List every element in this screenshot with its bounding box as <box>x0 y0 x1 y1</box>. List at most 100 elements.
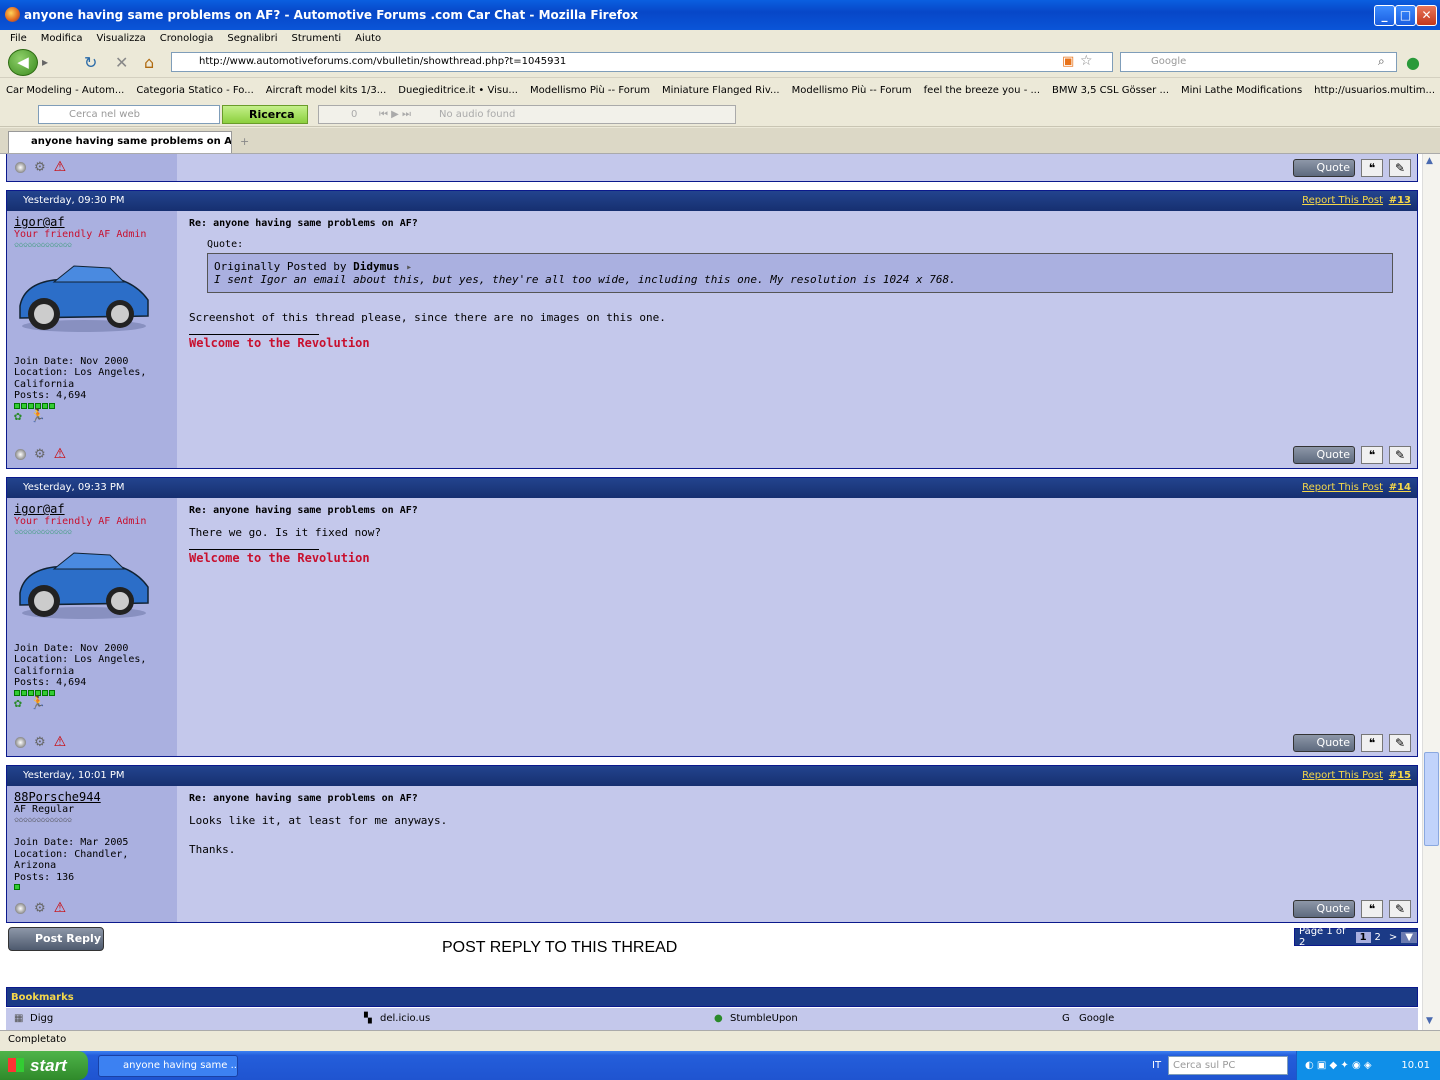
online-status-icon <box>15 448 26 460</box>
taskbar-firefox-window[interactable]: anyone having same ... <box>98 1055 238 1077</box>
search-button[interactable]: Ricerca <box>222 105 308 124</box>
minimize-button[interactable]: _ <box>1374 5 1395 26</box>
multi-quote-icon[interactable]: ❝ <box>1361 734 1383 752</box>
post-header: Yesterday, 09:30 PM Report This Post #13 <box>7 191 1417 211</box>
report-post-link[interactable]: Report This Post <box>1302 191 1383 211</box>
report-post-link[interactable]: Report This Post <box>1302 478 1383 498</box>
multi-quote-icon[interactable]: ❝ <box>1361 446 1383 464</box>
stop-icon[interactable]: ✕ <box>115 53 128 72</box>
close-button[interactable]: ✕ <box>1416 5 1437 26</box>
tools-icon[interactable]: ⚙ <box>34 447 46 462</box>
chevron-down-icon[interactable]: ▼ <box>1401 931 1417 943</box>
new-tab-icon[interactable]: + <box>240 135 249 148</box>
bookmark-item[interactable]: Aircraft model kits 1/3... <box>266 85 387 96</box>
menu-segnalibri[interactable]: Segnalibri <box>227 33 277 44</box>
scroll-up-icon[interactable]: ▲ <box>1426 156 1433 166</box>
bookmark-item[interactable]: BMW 3,5 CSL Gösser ... <box>1052 85 1169 96</box>
quote-button[interactable]: Quote <box>1293 159 1355 177</box>
multi-quote-icon[interactable]: ❝ <box>1361 159 1383 177</box>
bookmark-item[interactable]: feel the breeze you - ... <box>924 85 1040 96</box>
scrollbar-thumb[interactable] <box>1424 752 1439 846</box>
delicious-link[interactable]: del.icio.us <box>380 1013 430 1024</box>
tools-icon[interactable]: ⚙ <box>34 901 46 916</box>
url-bar[interactable]: http://www.automotiveforums.com/vbulleti… <box>171 52 1113 72</box>
edit-icon[interactable]: ✎ <box>1389 159 1411 177</box>
username-link[interactable]: igor@af <box>14 503 170 516</box>
tab-thread[interactable]: anyone having same problems on AF... <box>8 131 232 153</box>
menu-modifica[interactable]: Modifica <box>41 33 83 44</box>
post-reply-button[interactable]: Post Reply <box>8 927 104 951</box>
bookmark-item[interactable]: http://usuarios.multim... <box>1314 85 1435 96</box>
menu-strumenti[interactable]: Strumenti <box>292 33 342 44</box>
post-number-link[interactable]: #15 <box>1389 766 1411 786</box>
addon-toolbar: Cerca nel web Ricerca 0 ⏮ ▶ ⏭ No audio f… <box>0 102 1440 127</box>
report-warning-icon[interactable]: ⚠ <box>54 900 67 916</box>
home-icon[interactable]: ⌂ <box>144 53 154 72</box>
firefox-icon <box>5 7 20 22</box>
post-number-link[interactable]: #13 <box>1389 191 1411 211</box>
bookmark-item[interactable]: Duegieditrice.it • Visu... <box>398 85 518 96</box>
page-1-link[interactable]: 1 <box>1355 931 1371 943</box>
menu-visualizza[interactable]: Visualizza <box>97 33 146 44</box>
post-number-link[interactable]: #14 <box>1389 478 1411 498</box>
multi-quote-icon[interactable]: ❝ <box>1361 900 1383 918</box>
menu-aiuto[interactable]: Aiuto <box>355 33 381 44</box>
location: Location: Los Angeles, California <box>14 654 147 677</box>
reload-icon[interactable]: ↻ <box>84 53 97 72</box>
menu-cronologia[interactable]: Cronologia <box>160 33 214 44</box>
bookmark-item[interactable]: Modellismo Più -- Forum <box>792 85 912 96</box>
scroll-down-icon[interactable]: ▼ <box>1426 1016 1433 1026</box>
google-search-input[interactable]: Google <box>1120 52 1397 72</box>
bookmark-item[interactable]: Categoria Statico - Fo... <box>136 85 253 96</box>
view-post-icon[interactable]: ▸ <box>406 262 412 273</box>
audio-controls-icon[interactable]: ⏮ ▶ ⏭ <box>379 106 411 123</box>
edit-icon[interactable]: ✎ <box>1389 900 1411 918</box>
report-warning-icon[interactable]: ⚠ <box>54 446 67 462</box>
back-icon[interactable]: ◀ <box>8 49 38 76</box>
maximize-button[interactable]: □ <box>1395 5 1416 26</box>
bookmark-item[interactable]: Modellismo Più -- Forum <box>530 85 650 96</box>
avatar <box>19 265 149 332</box>
tools-icon[interactable]: ⚙ <box>34 735 46 750</box>
report-post-link[interactable]: Report This Post <box>1302 766 1383 786</box>
edit-icon[interactable]: ✎ <box>1389 446 1411 464</box>
post-title: Re: anyone having same problems on AF? <box>189 218 418 229</box>
start-button[interactable]: start <box>0 1051 88 1080</box>
next-page-link[interactable]: > <box>1385 932 1401 943</box>
menu-file[interactable]: File <box>10 33 27 44</box>
page-2-link[interactable]: 2 <box>1371 932 1385 943</box>
bookmark-item[interactable]: Car Modeling - Autom... <box>6 85 124 96</box>
search-icon[interactable]: ⌕ <box>1378 54 1385 69</box>
desktop-search-input[interactable]: Cerca sul PC <box>1168 1056 1288 1075</box>
skype-icon[interactable]: ● <box>1406 53 1420 72</box>
tray-icons[interactable]: ◐ ▣ ◆ ✦ ◉ ◈ <box>1305 1051 1372 1080</box>
audio-player: 0 ⏮ ▶ ⏭ No audio found <box>318 105 736 124</box>
report-warning-icon[interactable]: ⚠ <box>54 159 67 175</box>
bookmark-item[interactable]: Mini Lathe Modifications <box>1181 85 1302 96</box>
post-action-buttons: Quote ❝ ✎ <box>1293 734 1411 752</box>
post-15: Yesterday, 10:01 PM Report This Post #15… <box>6 765 1418 923</box>
digg-link[interactable]: Digg <box>30 1013 53 1024</box>
edit-icon[interactable]: ✎ <box>1389 734 1411 752</box>
star-icon[interactable]: ☆ <box>1080 53 1093 69</box>
rss-icon[interactable]: ▣ <box>1062 54 1074 69</box>
forward-icon[interactable]: ▸ <box>42 55 48 69</box>
language-indicator[interactable]: IT <box>1152 1060 1161 1071</box>
post-title: Re: anyone having same problems on AF? <box>189 505 418 516</box>
username-link[interactable]: 88Porsche944 <box>14 791 170 804</box>
vertical-scrollbar[interactable]: ▲ ▼ <box>1422 154 1440 1030</box>
quote-button[interactable]: Quote <box>1293 734 1355 752</box>
tools-icon[interactable]: ⚙ <box>34 160 46 175</box>
quote-text: I sent Igor an email about this, but yes… <box>214 273 956 286</box>
join-date: Join Date: Nov 2000 <box>14 355 129 367</box>
post-date: Yesterday, 09:30 PM <box>23 195 125 206</box>
report-warning-icon[interactable]: ⚠ <box>54 734 67 750</box>
google-link[interactable]: Google <box>1079 1013 1114 1024</box>
web-search-input[interactable]: Cerca nel web <box>38 105 220 124</box>
bookmark-item[interactable]: Miniature Flanged Riv... <box>662 85 780 96</box>
username-link[interactable]: igor@af <box>14 216 170 229</box>
stumbleupon-link[interactable]: StumbleUpon <box>730 1013 798 1024</box>
post-body: Re: anyone having same problems on AF? Q… <box>183 211 1417 468</box>
quote-button[interactable]: Quote <box>1293 446 1355 464</box>
quote-button[interactable]: Quote <box>1293 900 1355 918</box>
